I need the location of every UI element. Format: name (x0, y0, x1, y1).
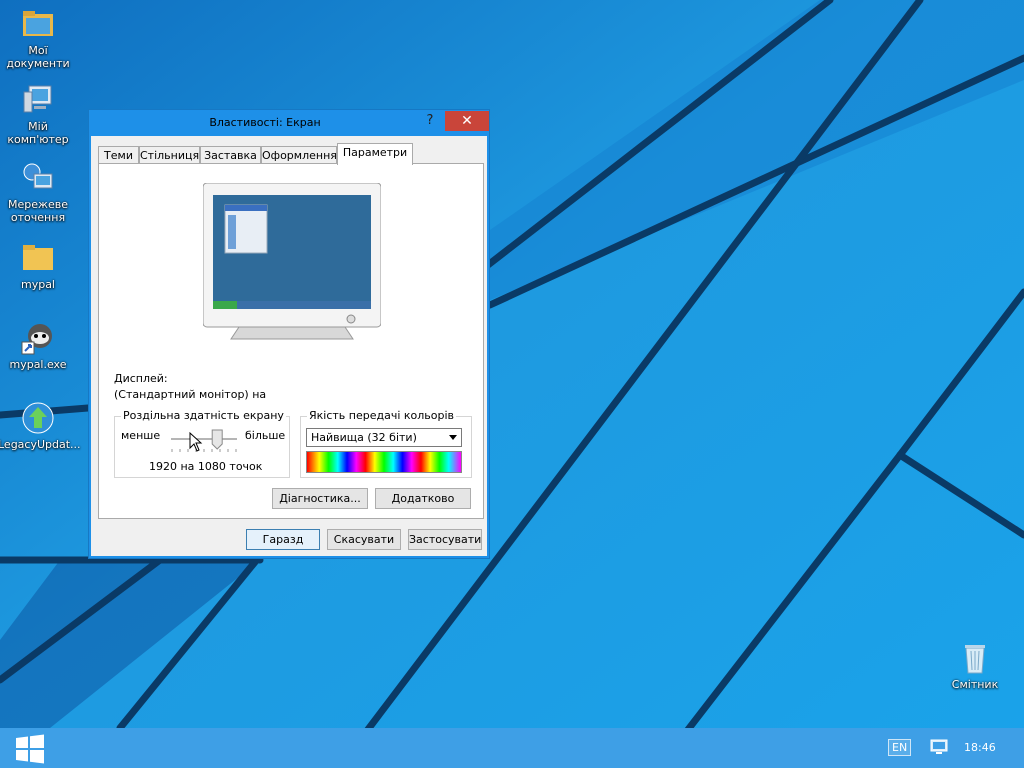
update-globe-icon (22, 402, 54, 434)
settings-panel: Дисплей: (Стандартний монітор) на Розділ… (98, 163, 484, 519)
desktop-icon-mypal-folder[interactable]: mypal (0, 240, 78, 291)
desktop-icon-label: Мій комп'ютер (7, 120, 69, 146)
desktop-icon-label: Мої документи (6, 44, 70, 70)
tab-screensaver[interactable]: Заставка (200, 146, 261, 164)
close-button[interactable]: ✕ (445, 111, 489, 131)
language-label: EN (892, 741, 908, 754)
cancel-button[interactable]: Скасувати (327, 529, 401, 550)
resolution-more-label: більше (245, 429, 286, 442)
clock[interactable]: 18:46 (964, 741, 996, 754)
computer-icon (23, 85, 52, 113)
windows-start-icon[interactable] (14, 734, 46, 764)
desktop-icon-my-documents[interactable]: Мої документи (0, 6, 78, 70)
tab-desktop[interactable]: Стільниця (139, 146, 200, 164)
help-button[interactable]: ? (419, 113, 441, 131)
tab-settings[interactable]: Параметри (337, 143, 413, 165)
color-quality-dropdown[interactable]: Найвища (32 біти) (306, 428, 462, 447)
dialog-titlebar[interactable]: Властивості: Екран ? ✕ (89, 110, 489, 136)
color-spectrum-preview (306, 451, 462, 473)
desktop-icon-network[interactable]: Мережеве оточення (0, 160, 78, 224)
resolution-less-label: менше (121, 429, 161, 442)
raccoon-app-icon (21, 324, 52, 355)
desktop-icon-my-computer[interactable]: Мій комп'ютер (0, 82, 78, 146)
tab-themes[interactable]: Теми (98, 146, 139, 164)
taskbar: EN 18:46 (0, 728, 1024, 768)
display-label: Дисплей: (114, 372, 168, 385)
desktop-icon-mypal-exe[interactable]: mypal.exe (0, 320, 78, 371)
tab-appearance[interactable]: Оформлення (261, 146, 337, 164)
desktop-icon-label: Смітник (951, 678, 999, 691)
folder-documents-icon (23, 11, 53, 36)
desktop-icon-label: mypal.exe (9, 358, 67, 371)
monitor-preview (203, 183, 381, 340)
color-quality-group: Якість передачі кольорів Найвища (32 біт… (300, 409, 472, 478)
folder-icon (23, 245, 53, 270)
mouse-pointer-icon (189, 432, 203, 452)
color-quality-group-title: Якість передачі кольорів (307, 409, 457, 422)
desktop-icon-label: mypal (20, 278, 55, 291)
advanced-button[interactable]: Додатково (375, 488, 471, 509)
desktop-icon-label: LegacyUpdat... (0, 438, 81, 451)
dialog-title: Властивості: Екран (209, 116, 321, 129)
recycle-bin-icon (965, 645, 985, 674)
resolution-slider[interactable] (169, 429, 239, 455)
apply-button[interactable]: Застосувати (408, 529, 482, 550)
resolution-group-title: Роздільна здатність екрану (121, 409, 286, 422)
slider-thumb[interactable] (211, 429, 223, 450)
dialog-client-area: Теми Стільниця Заставка Оформлення Парам… (91, 136, 487, 556)
resolution-value: 1920 на 1080 точок (149, 460, 263, 473)
display-tray-icon[interactable] (930, 739, 948, 755)
chevron-down-icon (449, 435, 457, 440)
desktop-icon-recycle-bin[interactable]: Смітник (935, 640, 1015, 691)
display-properties-dialog: Властивості: Екран ? ✕ Теми Стільниця За… (88, 109, 490, 559)
language-indicator[interactable]: EN (888, 739, 912, 756)
ok-button[interactable]: Гаразд (246, 529, 320, 550)
desktop-icon-legacyupdate[interactable]: LegacyUpdat... (0, 400, 81, 451)
network-icon (23, 163, 53, 189)
diagnostics-button[interactable]: Діагностика... (272, 488, 368, 509)
display-value: (Стандартний монітор) на (114, 388, 267, 401)
color-quality-selected: Найвища (32 біти) (311, 431, 417, 444)
desktop-icon-label: Мережеве оточення (8, 198, 68, 224)
